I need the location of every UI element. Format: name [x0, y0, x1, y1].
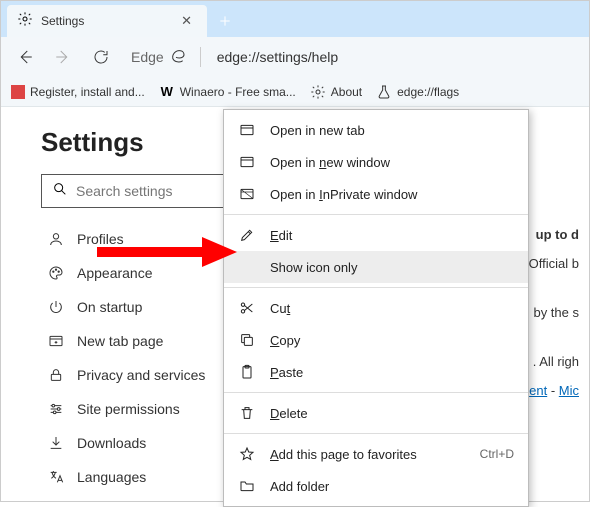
ctx-shortcut: Ctrl+D	[480, 447, 514, 461]
bookmark-label: Winaero - Free sma...	[180, 85, 296, 99]
ctx-label: Paste	[270, 365, 303, 380]
nav-label: Privacy and services	[77, 367, 205, 383]
window-icon	[238, 121, 256, 139]
bookmark-winaero[interactable]: W Winaero - Free sma...	[159, 84, 296, 100]
window-icon	[238, 153, 256, 171]
sliders-icon	[47, 401, 65, 417]
ctx-open-new-window[interactable]: Open in new window	[224, 146, 528, 178]
ctx-label: Open in new tab	[270, 123, 365, 138]
ctx-label: Copy	[270, 333, 300, 348]
address-url[interactable]: edge://settings/help	[207, 49, 338, 65]
ctx-delete[interactable]: Delete	[224, 397, 528, 429]
nav-label: Languages	[77, 469, 146, 485]
pencil-icon	[238, 226, 256, 244]
power-icon	[47, 299, 65, 315]
flask-icon	[376, 84, 392, 100]
ctx-cut[interactable]: Cut	[224, 292, 528, 324]
search-icon	[52, 181, 68, 202]
ctx-label: Add folder	[270, 479, 329, 494]
ctx-edit[interactable]: Edit	[224, 219, 528, 251]
bookmark-label: edge://flags	[397, 85, 459, 99]
language-icon	[47, 469, 65, 485]
ctx-separator	[224, 392, 528, 393]
ctx-open-inprivate[interactable]: Open in InPrivate window	[224, 178, 528, 210]
bookmark-icon	[11, 85, 25, 99]
browser-tab[interactable]: Settings ✕	[7, 5, 207, 37]
inprivate-icon	[238, 185, 256, 203]
gear-icon	[17, 11, 33, 32]
forward-button[interactable]	[47, 41, 79, 73]
ctx-add-folder[interactable]: Add folder	[224, 470, 528, 502]
ctx-paste[interactable]: Paste	[224, 356, 528, 388]
bookmark-label: About	[331, 85, 362, 99]
ctx-separator	[224, 287, 528, 288]
bookmark-about[interactable]: About	[310, 84, 362, 100]
address-prefix: Edge	[123, 48, 194, 67]
lock-icon	[47, 367, 65, 383]
bookmark-flags[interactable]: edge://flags	[376, 84, 459, 100]
ctx-label: Add this page to favorites	[270, 447, 417, 462]
ctx-label: Show icon only	[270, 260, 357, 275]
person-icon	[47, 231, 65, 247]
ctx-copy[interactable]: Copy	[224, 324, 528, 356]
star-icon	[238, 445, 256, 463]
address-prefix-label: Edge	[131, 49, 164, 65]
trash-icon	[238, 404, 256, 422]
paint-icon	[47, 265, 65, 281]
new-tab-button[interactable]	[211, 7, 239, 35]
bookmark-register[interactable]: Register, install and...	[11, 85, 145, 99]
bookmarks-bar: Register, install and... W Winaero - Fre…	[1, 77, 589, 107]
download-icon	[47, 435, 65, 451]
nav-label: Site permissions	[77, 401, 180, 417]
ctx-separator	[224, 214, 528, 215]
ctx-show-icon-only[interactable]: Show icon only	[224, 251, 528, 283]
ctx-label: Delete	[270, 406, 308, 421]
context-menu: Open in new tab Open in new window Open …	[223, 109, 529, 507]
edge-logo-icon	[170, 48, 186, 67]
ctx-add-favorite[interactable]: Add this page to favorites Ctrl+D	[224, 438, 528, 470]
ctx-open-new-tab[interactable]: Open in new tab	[224, 114, 528, 146]
tab-title: Settings	[41, 14, 168, 28]
close-tab-button[interactable]: ✕	[176, 11, 197, 31]
toolbar: Edge edge://settings/help	[1, 37, 589, 77]
refresh-button[interactable]	[85, 41, 117, 73]
ctx-separator	[224, 433, 528, 434]
scissors-icon	[238, 299, 256, 317]
bookmark-icon: W	[159, 84, 175, 100]
ctx-label: Edit	[270, 228, 292, 243]
nav-label: New tab page	[77, 333, 163, 349]
gear-icon	[310, 84, 326, 100]
folder-icon	[238, 477, 256, 495]
ctx-label: Open in new window	[270, 155, 390, 170]
nav-label: Downloads	[77, 435, 146, 451]
ctx-label: Cut	[270, 301, 290, 316]
newtab-icon	[47, 333, 65, 349]
nav-label: On startup	[77, 299, 142, 315]
blank-icon	[238, 258, 256, 276]
ctx-label: Open in InPrivate window	[270, 187, 417, 202]
annotation-arrow	[97, 237, 237, 272]
titlebar: Settings ✕	[1, 1, 589, 37]
copy-icon	[238, 331, 256, 349]
address-separator	[200, 47, 201, 67]
clipboard-icon	[238, 363, 256, 381]
back-button[interactable]	[9, 41, 41, 73]
bookmark-label: Register, install and...	[30, 85, 145, 99]
